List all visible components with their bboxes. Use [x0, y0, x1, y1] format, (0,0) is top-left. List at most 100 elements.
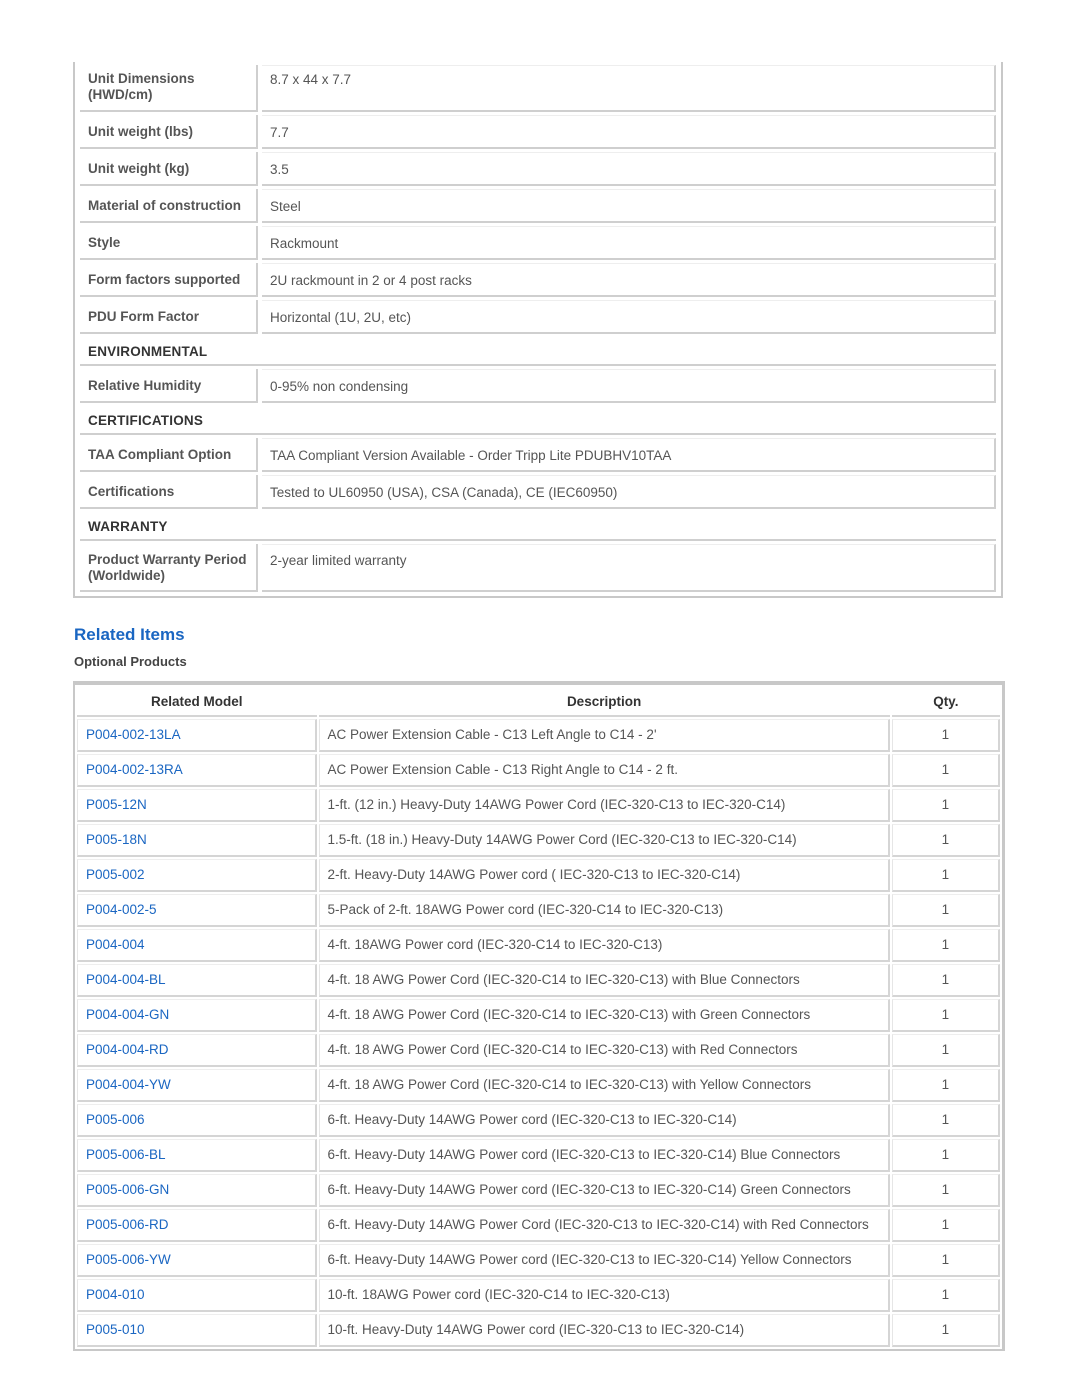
table-header-row: Related Model Description Qty. [77, 687, 1000, 717]
spec-value: Horizontal (1U, 2U, etc) [262, 300, 996, 334]
description-cell: 10-ft. Heavy-Duty 14AWG Power cord (IEC-… [318, 1314, 890, 1347]
column-header-qty: Qty. [891, 687, 1000, 717]
model-link[interactable]: P004-004 [86, 937, 145, 952]
section-heading-certifications: CERTIFICATIONS [80, 407, 996, 435]
table-row: P004-010 10-ft. 18AWG Power cord (IEC-320… [77, 1279, 1000, 1312]
related-products-table: Related Model Description Qty. P004-002-… [73, 681, 1005, 1351]
model-link[interactable]: P005-18N [86, 832, 147, 847]
description-cell: 6-ft. Heavy-Duty 14AWG Power cord (IEC-3… [318, 1174, 890, 1207]
description-cell: AC Power Extension Cable - C13 Left Angl… [318, 719, 890, 752]
model-link[interactable]: P005-006 [86, 1112, 145, 1127]
qty-cell: 1 [891, 999, 1000, 1032]
table-row: P005-12N 1-ft. (12 in.) Heavy-Duty 14AWG … [77, 789, 1000, 822]
model-cell: P004-002-13RA [77, 754, 317, 787]
spec-row: Unit weight (lbs) 7.7 [80, 115, 996, 149]
table-row: P004-004-RD 4-ft. 18 AWG Power Cord (IEC-… [77, 1034, 1000, 1067]
section-heading-warranty: WARRANTY [80, 513, 996, 541]
column-header-description: Description [318, 687, 890, 717]
table-row: P005-002 2-ft. Heavy-Duty 14AWG Power cor… [77, 859, 1000, 892]
related-products-body: P004-002-13LA AC Power Extension Cable - … [77, 719, 1000, 1347]
description-cell: 1-ft. (12 in.) Heavy-Duty 14AWG Power Co… [318, 789, 890, 822]
section-heading-environmental: ENVIRONMENTAL [80, 338, 996, 366]
qty-cell: 1 [891, 1174, 1000, 1207]
model-cell: P004-002-13LA [77, 719, 317, 752]
spec-value: TAA Compliant Version Available - Order … [262, 438, 996, 472]
description-cell: 4-ft. 18 AWG Power Cord (IEC-320-C14 to … [318, 1034, 890, 1067]
qty-cell: 1 [891, 929, 1000, 962]
table-row: P004-004-YW 4-ft. 18 AWG Power Cord (IEC-… [77, 1069, 1000, 1102]
table-row: P005-006-BL 6-ft. Heavy-Duty 14AWG Power … [77, 1139, 1000, 1172]
qty-cell: 1 [891, 1244, 1000, 1277]
spec-row: Certifications Tested to UL60950 (USA), … [80, 475, 996, 509]
description-cell: 5-Pack of 2-ft. 18AWG Power cord (IEC-32… [318, 894, 890, 927]
table-row: P004-002-5 5-Pack of 2-ft. 18AWG Power co… [77, 894, 1000, 927]
table-row: P005-006-RD 6-ft. Heavy-Duty 14AWG Power … [77, 1209, 1000, 1242]
spec-row: Material of construction Steel [80, 189, 996, 223]
table-row: P005-18N 1.5-ft. (18 in.) Heavy-Duty 14AW… [77, 824, 1000, 857]
spec-label: Material of construction [80, 189, 258, 223]
qty-cell: 1 [891, 1279, 1000, 1312]
table-row: P004-004-GN 4-ft. 18 AWG Power Cord (IEC-… [77, 999, 1000, 1032]
spec-label: Unit weight (lbs) [80, 115, 258, 149]
spec-label: Relative Humidity [80, 369, 258, 403]
model-cell: P005-002 [77, 859, 317, 892]
table-row: P004-002-13LA AC Power Extension Cable - … [77, 719, 1000, 752]
spec-value: 3.5 [262, 152, 996, 186]
description-cell: 1.5-ft. (18 in.) Heavy-Duty 14AWG Power … [318, 824, 890, 857]
model-cell: P004-004-BL [77, 964, 317, 997]
spec-label: PDU Form Factor [80, 300, 258, 334]
model-cell: P005-006-RD [77, 1209, 317, 1242]
model-link[interactable]: P005-002 [86, 867, 145, 882]
description-cell: AC Power Extension Cable - C13 Right Ang… [318, 754, 890, 787]
model-link[interactable]: P005-006-BL [86, 1147, 166, 1162]
spec-row: PDU Form Factor Horizontal (1U, 2U, etc) [80, 300, 996, 334]
model-cell: P004-010 [77, 1279, 317, 1312]
model-link[interactable]: P004-010 [86, 1287, 145, 1302]
model-link[interactable]: P004-004-BL [86, 972, 166, 987]
model-cell: P005-18N [77, 824, 317, 857]
table-row: P005-006 6-ft. Heavy-Duty 14AWG Power cor… [77, 1104, 1000, 1137]
spec-label: Form factors supported [80, 263, 258, 297]
specifications-table: Unit Dimensions (HWD/cm) 8.7 x 44 x 7.7 … [73, 62, 1003, 598]
spec-value: 7.7 [262, 115, 996, 149]
description-cell: 4-ft. 18 AWG Power Cord (IEC-320-C14 to … [318, 964, 890, 997]
spec-value: 2U rackmount in 2 or 4 post racks [262, 263, 996, 297]
model-link[interactable]: P004-004-YW [86, 1077, 171, 1092]
table-row: P005-006-YW 6-ft. Heavy-Duty 14AWG Power … [77, 1244, 1000, 1277]
table-row: P005-010 10-ft. Heavy-Duty 14AWG Power co… [77, 1314, 1000, 1347]
description-cell: 4-ft. 18 AWG Power Cord (IEC-320-C14 to … [318, 1069, 890, 1102]
description-cell: 6-ft. Heavy-Duty 14AWG Power cord (IEC-3… [318, 1244, 890, 1277]
spec-row: Form factors supported 2U rackmount in 2… [80, 263, 996, 297]
model-link[interactable]: P004-004-RD [86, 1042, 169, 1057]
model-link[interactable]: P005-006-RD [86, 1217, 169, 1232]
model-link[interactable]: P005-006-GN [86, 1182, 169, 1197]
qty-cell: 1 [891, 1139, 1000, 1172]
model-link[interactable]: P004-004-GN [86, 1007, 169, 1022]
spec-value: 2-year limited warranty [262, 544, 996, 592]
qty-cell: 1 [891, 964, 1000, 997]
description-cell: 10-ft. 18AWG Power cord (IEC-320-C14 to … [318, 1279, 890, 1312]
model-cell: P005-12N [77, 789, 317, 822]
model-link[interactable]: P005-010 [86, 1322, 145, 1337]
related-items-heading: Related Items [74, 625, 185, 644]
model-cell: P005-006-BL [77, 1139, 317, 1172]
model-cell: P005-006 [77, 1104, 317, 1137]
model-link[interactable]: P004-002-13LA [86, 727, 181, 742]
spec-label: TAA Compliant Option [80, 438, 258, 472]
model-cell: P004-004 [77, 929, 317, 962]
optional-products-subheading: Optional Products [74, 654, 187, 669]
spec-value: Rackmount [262, 226, 996, 260]
spec-label: Product Warranty Period (Worldwide) [80, 544, 258, 592]
qty-cell: 1 [891, 859, 1000, 892]
qty-cell: 1 [891, 824, 1000, 857]
description-cell: 4-ft. 18 AWG Power Cord (IEC-320-C14 to … [318, 999, 890, 1032]
model-cell: P004-004-YW [77, 1069, 317, 1102]
qty-cell: 1 [891, 1069, 1000, 1102]
spec-value: 8.7 x 44 x 7.7 [262, 65, 996, 112]
qty-cell: 1 [891, 719, 1000, 752]
model-link[interactable]: P005-12N [86, 797, 147, 812]
description-cell: 6-ft. Heavy-Duty 14AWG Power cord (IEC-3… [318, 1139, 890, 1172]
model-link[interactable]: P004-002-5 [86, 902, 157, 917]
model-link[interactable]: P005-006-YW [86, 1252, 171, 1267]
model-link[interactable]: P004-002-13RA [86, 762, 183, 777]
